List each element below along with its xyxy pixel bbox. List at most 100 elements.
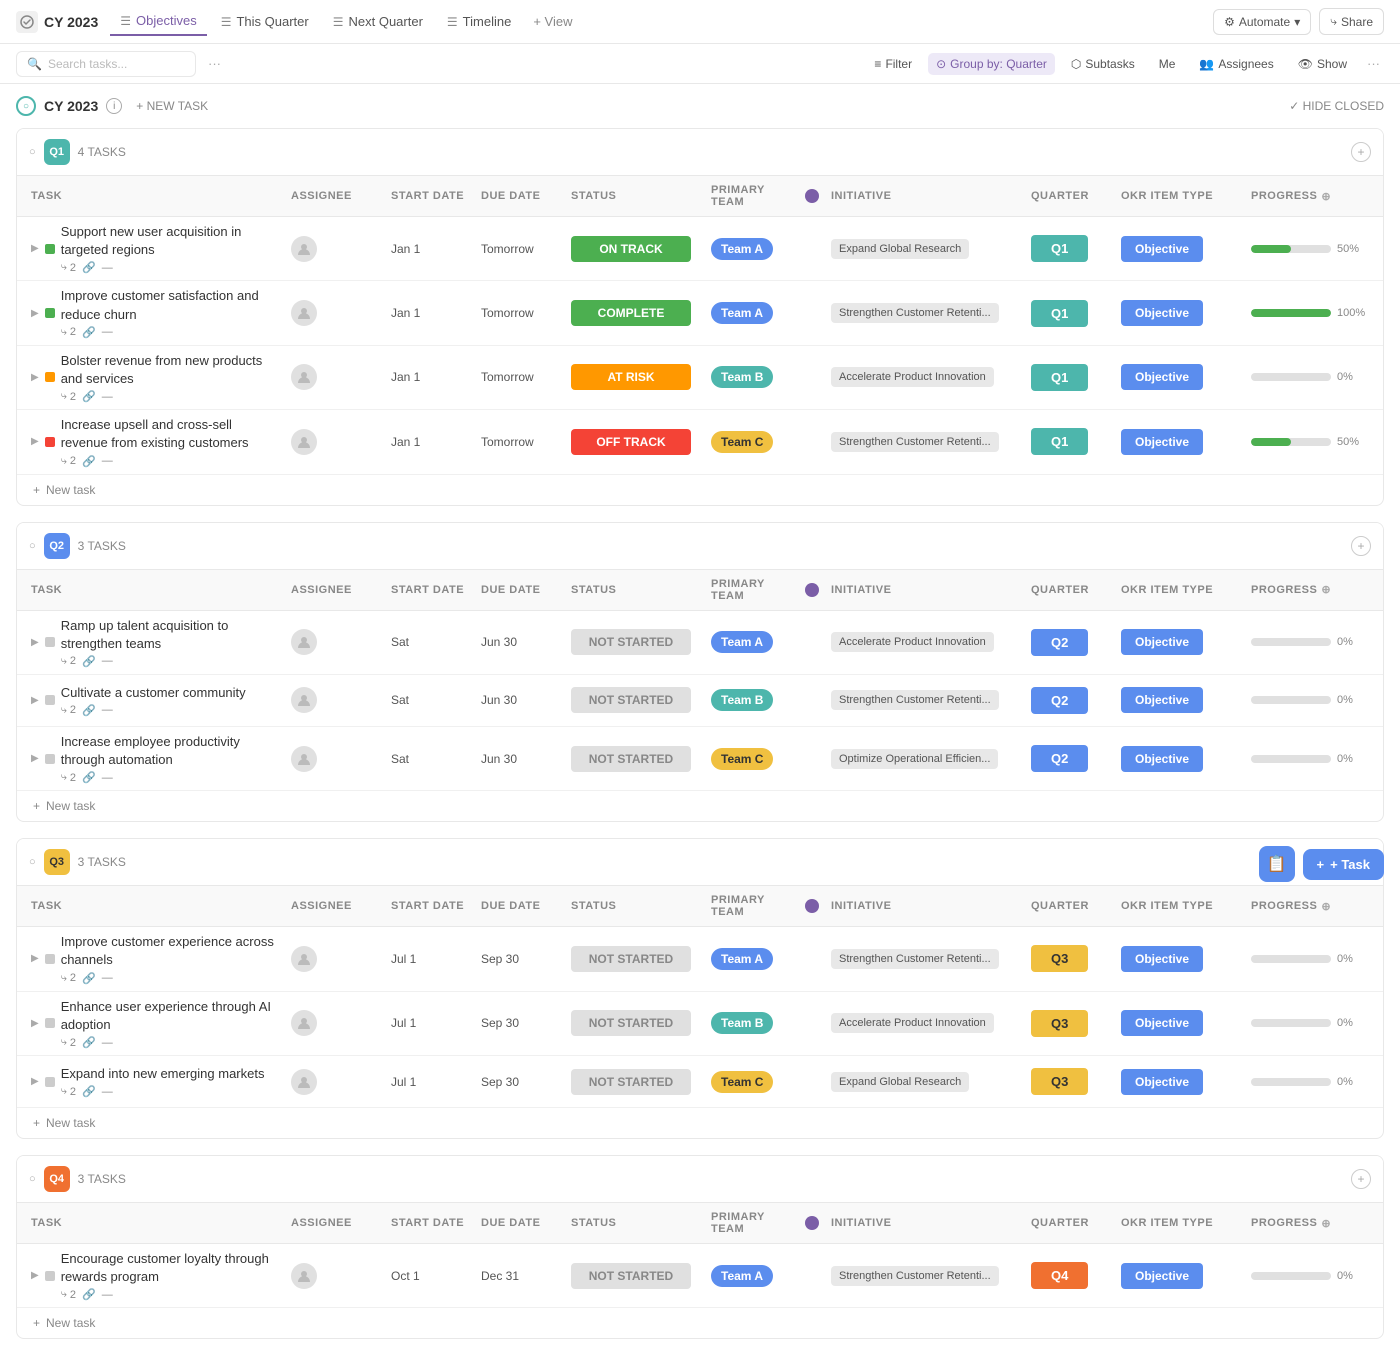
initiative-badge[interactable]: Strengthen Customer Retenti... xyxy=(831,949,999,969)
assignee-avatar[interactable] xyxy=(291,1069,317,1095)
team-badge[interactable]: Team B xyxy=(711,689,773,711)
add-task-quarter-q1[interactable]: + xyxy=(1351,142,1371,162)
year-info-icon[interactable]: i xyxy=(106,98,122,114)
task-expand-icon[interactable]: ▶ xyxy=(31,243,39,254)
add-task-button[interactable]: + + Task xyxy=(1303,849,1384,880)
team-badge[interactable]: Team A xyxy=(711,302,773,324)
task-expand-icon[interactable]: ▶ xyxy=(31,372,39,383)
progress-add-icon[interactable]: ⊕ xyxy=(1321,1217,1331,1230)
task-name[interactable]: Encourage customer loyalty through rewar… xyxy=(61,1250,279,1286)
task-name[interactable]: Expand into new emerging markets xyxy=(61,1065,265,1083)
assignees-button[interactable]: 👥 Assignees xyxy=(1191,53,1281,75)
quarter-collapse-q4[interactable]: ○ xyxy=(29,1173,36,1185)
hide-closed-button[interactable]: ✓ HIDE CLOSED xyxy=(1289,99,1384,113)
status-cell[interactable]: NOT STARTED xyxy=(565,681,705,719)
task-expand-icon[interactable]: ▶ xyxy=(31,436,39,447)
task-expand-icon[interactable]: ▶ xyxy=(31,637,39,648)
assignee-avatar[interactable] xyxy=(291,236,317,262)
add-view-button[interactable]: + View xyxy=(525,9,580,34)
status-badge[interactable]: NOT STARTED xyxy=(571,1069,691,1095)
tab-objectives[interactable]: ☰ Objectives xyxy=(110,7,206,36)
assignee-avatar[interactable] xyxy=(291,364,317,390)
team-badge[interactable]: Team C xyxy=(711,431,773,453)
task-name[interactable]: Ramp up talent acquisition to strengthen… xyxy=(61,617,279,653)
initiative-badge[interactable]: Strengthen Customer Retenti... xyxy=(831,432,999,452)
status-badge[interactable]: OFF TRACK xyxy=(571,429,691,455)
toolbar-overflow-icon[interactable]: ··· xyxy=(1363,52,1384,75)
progress-add-icon[interactable]: ⊕ xyxy=(1321,190,1331,203)
task-name[interactable]: Increase employee productivity through a… xyxy=(61,733,279,769)
initiative-badge[interactable]: Strengthen Customer Retenti... xyxy=(831,690,999,710)
team-badge[interactable]: Team B xyxy=(711,1012,773,1034)
status-badge[interactable]: NOT STARTED xyxy=(571,1263,691,1289)
team-badge[interactable]: Team A xyxy=(711,631,773,653)
quarter-collapse-q2[interactable]: ○ xyxy=(29,540,36,552)
assignee-avatar[interactable] xyxy=(291,300,317,326)
task-name[interactable]: Improve customer experience across chann… xyxy=(61,933,279,969)
task-expand-icon[interactable]: ▶ xyxy=(31,1270,39,1281)
status-badge[interactable]: COMPLETE xyxy=(571,300,691,326)
team-badge[interactable]: Team A xyxy=(711,948,773,970)
task-expand-icon[interactable]: ▶ xyxy=(31,953,39,964)
new-task-row[interactable]: +New task xyxy=(17,1308,1383,1338)
quarter-collapse-q1[interactable]: ○ xyxy=(29,146,36,158)
status-badge[interactable]: NOT STARTED xyxy=(571,1010,691,1036)
task-name[interactable]: Support new user acquisition in targeted… xyxy=(61,223,279,259)
team-badge[interactable]: Team C xyxy=(711,1071,773,1093)
assignee-avatar[interactable] xyxy=(291,1263,317,1289)
team-badge[interactable]: Team C xyxy=(711,748,773,770)
search-box[interactable]: 🔍 Search tasks... xyxy=(16,51,196,77)
status-cell[interactable]: NOT STARTED xyxy=(565,1257,705,1295)
status-cell[interactable]: NOT STARTED xyxy=(565,740,705,778)
subtasks-button[interactable]: ⬡ Subtasks xyxy=(1063,53,1143,75)
status-badge[interactable]: NOT STARTED xyxy=(571,946,691,972)
show-button[interactable]: 👁 Show xyxy=(1290,53,1355,75)
status-cell[interactable]: NOT STARTED xyxy=(565,623,705,661)
assignee-avatar[interactable] xyxy=(291,946,317,972)
new-task-row[interactable]: +New task xyxy=(17,791,1383,821)
assignee-avatar[interactable] xyxy=(291,629,317,655)
tab-this-quarter[interactable]: ☰ This Quarter xyxy=(211,8,319,35)
initiative-badge[interactable]: Expand Global Research xyxy=(831,1072,969,1092)
initiative-badge[interactable]: Optimize Operational Efficien... xyxy=(831,749,998,769)
status-cell[interactable]: COMPLETE xyxy=(565,294,705,332)
new-task-row[interactable]: +New task xyxy=(17,1108,1383,1138)
task-expand-icon[interactable]: ▶ xyxy=(31,308,39,319)
status-cell[interactable]: OFF TRACK xyxy=(565,423,705,461)
quarter-collapse-q3[interactable]: ○ xyxy=(29,856,36,868)
initiative-badge[interactable]: Strengthen Customer Retenti... xyxy=(831,303,999,323)
progress-add-icon[interactable]: ⊕ xyxy=(1321,900,1331,913)
status-badge[interactable]: NOT STARTED xyxy=(571,687,691,713)
task-name[interactable]: Enhance user experience through AI adopt… xyxy=(61,998,279,1034)
task-expand-icon[interactable]: ▶ xyxy=(31,753,39,764)
assignee-avatar[interactable] xyxy=(291,429,317,455)
status-cell[interactable]: NOT STARTED xyxy=(565,1063,705,1101)
initiative-badge[interactable]: Expand Global Research xyxy=(831,239,969,259)
automate-button[interactable]: ⚙ Automate ▾ xyxy=(1213,9,1311,35)
team-badge[interactable]: Team A xyxy=(711,238,773,260)
add-task-quarter-q2[interactable]: + xyxy=(1351,536,1371,556)
assignee-avatar[interactable] xyxy=(291,687,317,713)
new-task-row[interactable]: +New task xyxy=(17,475,1383,505)
task-name[interactable]: Increase upsell and cross-sell revenue f… xyxy=(61,416,279,452)
task-name[interactable]: Bolster revenue from new products and se… xyxy=(61,352,279,388)
group-by-button[interactable]: ⊙ Group by: Quarter xyxy=(928,53,1055,75)
task-expand-icon[interactable]: ▶ xyxy=(31,1076,39,1087)
add-task-quarter-q4[interactable]: + xyxy=(1351,1169,1371,1189)
status-badge[interactable]: NOT STARTED xyxy=(571,746,691,772)
tab-next-quarter[interactable]: ☰ Next Quarter xyxy=(323,8,433,35)
task-expand-icon[interactable]: ▶ xyxy=(31,695,39,706)
team-badge[interactable]: Team B xyxy=(711,366,773,388)
task-name[interactable]: Improve customer satisfaction and reduce… xyxy=(61,287,279,323)
initiative-badge[interactable]: Strengthen Customer Retenti... xyxy=(831,1266,999,1286)
status-badge[interactable]: ON TRACK xyxy=(571,236,691,262)
status-cell[interactable]: NOT STARTED xyxy=(565,940,705,978)
initiative-badge[interactable]: Accelerate Product Innovation xyxy=(831,632,994,652)
status-cell[interactable]: NOT STARTED xyxy=(565,1004,705,1042)
filter-button[interactable]: ≡ Filter xyxy=(866,53,920,75)
me-button[interactable]: Me xyxy=(1151,53,1184,75)
status-cell[interactable]: AT RISK xyxy=(565,358,705,396)
initiative-badge[interactable]: Accelerate Product Innovation xyxy=(831,367,994,387)
tab-timeline[interactable]: ☰ Timeline xyxy=(437,8,521,35)
year-collapse-icon[interactable]: ○ xyxy=(16,96,36,116)
